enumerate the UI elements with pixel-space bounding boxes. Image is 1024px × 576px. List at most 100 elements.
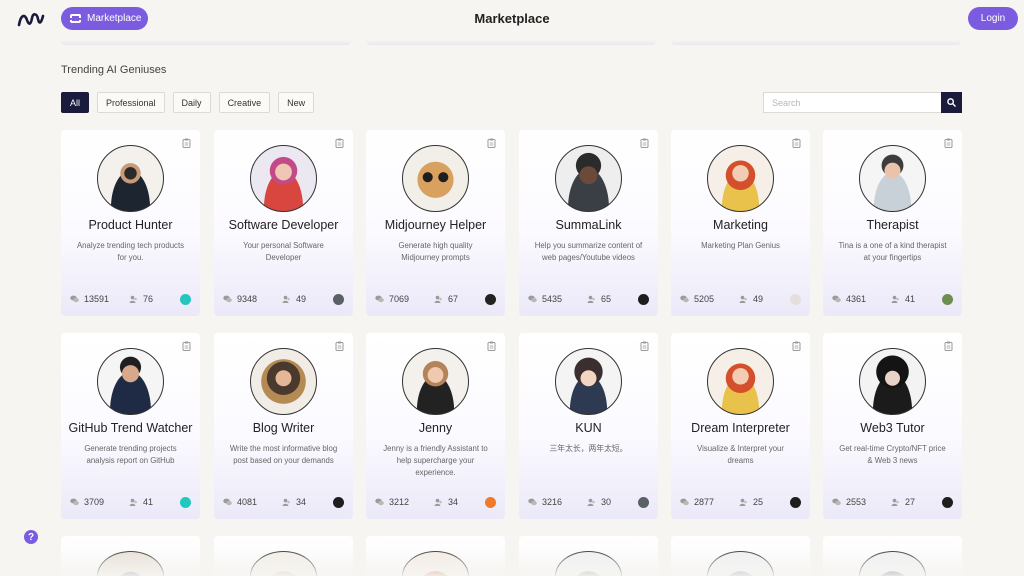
assistant-description: Visualize & Interpret your dreams (697, 444, 784, 465)
creator-avatar[interactable] (790, 294, 801, 305)
clipboard-icon[interactable] (792, 138, 801, 148)
clipboard-icon[interactable] (640, 138, 649, 148)
assistant-stats: 5205 49 (680, 294, 801, 306)
user-count: 41 (129, 497, 153, 507)
assistant-name: Software Developer (228, 218, 339, 232)
assistant-name: GitHub Trend Watcher (68, 421, 193, 435)
chat-count-value: 3216 (542, 497, 563, 507)
clipboard-icon[interactable] (487, 341, 496, 351)
chat-bubbles-icon (832, 295, 841, 303)
assistant-avatar (402, 348, 469, 415)
assistant-avatar (250, 348, 317, 415)
creator-avatar[interactable] (485, 497, 496, 508)
assistant-description: 三年太长，两年太短。 (549, 444, 628, 453)
creator-avatar[interactable] (180, 497, 191, 508)
creator-avatar[interactable] (942, 294, 953, 305)
user-count: 76 (129, 294, 153, 304)
user-count-value: 41 (905, 294, 916, 304)
chat-count-value: 4361 (846, 294, 867, 304)
user-count-value: 34 (448, 497, 459, 507)
user-count: 25 (739, 497, 763, 507)
assistant-card[interactable]: KUN 三年太长，两年太短。 3216 30 (519, 333, 658, 519)
chat-bubbles-icon (70, 295, 79, 303)
clipboard-icon[interactable] (335, 341, 344, 351)
assistant-card[interactable]: SummaLink Help you summarize content of … (519, 130, 658, 316)
user-count: 30 (587, 497, 611, 507)
user-count: 27 (891, 497, 915, 507)
assistant-card[interactable]: Dream Interpreter Visualize & Interpret … (671, 333, 810, 519)
users-icon (129, 295, 137, 303)
assistant-card[interactable]: Software Developer Your personal Softwar… (214, 130, 353, 316)
clipboard-icon[interactable] (335, 138, 344, 148)
chat-bubbles-icon (528, 498, 537, 506)
chat-bubbles-icon (375, 498, 384, 506)
chat-count-value: 5435 (542, 294, 563, 304)
assistant-card[interactable]: Blog Writer Write the most informative b… (214, 333, 353, 519)
user-count: 41 (891, 294, 915, 304)
chat-count: 2553 (832, 497, 866, 507)
chat-bubbles-icon (832, 498, 841, 506)
assistant-avatar (859, 145, 926, 212)
chat-bubbles-icon (680, 498, 689, 506)
chat-bubbles-icon (223, 295, 232, 303)
chat-count-value: 13591 (84, 294, 110, 304)
creator-avatar[interactable] (790, 497, 801, 508)
chat-count: 3212 (375, 497, 409, 507)
login-button[interactable]: Login (968, 7, 1018, 30)
chat-count-value: 9348 (237, 294, 258, 304)
clipboard-icon[interactable] (944, 138, 953, 148)
user-count: 65 (587, 294, 611, 304)
creator-avatar[interactable] (942, 497, 953, 508)
chat-count-value: 7069 (389, 294, 410, 304)
chat-count: 4361 (832, 294, 866, 304)
creator-avatar[interactable] (485, 294, 496, 305)
assistant-name: Jenny (418, 421, 453, 435)
assistant-description: Help you summarize content of web pages/… (534, 241, 643, 262)
help-button[interactable]: ? (24, 530, 38, 544)
creator-avatar[interactable] (333, 497, 344, 508)
previous-row-edge (671, 40, 961, 45)
filter-daily[interactable]: Daily (172, 92, 211, 113)
clipboard-icon[interactable] (487, 138, 496, 148)
filter-all[interactable]: All (61, 92, 90, 113)
search-input[interactable] (763, 92, 941, 113)
users-icon (891, 498, 899, 506)
section-title: Trending AI Geniuses (61, 64, 167, 76)
assistant-name: Marketing (713, 218, 768, 232)
clipboard-icon[interactable] (944, 341, 953, 351)
previous-row-edge (366, 40, 656, 45)
creator-avatar[interactable] (638, 497, 649, 508)
filter-new[interactable]: New (278, 92, 315, 113)
assistant-description: Your personal Software Developer (243, 241, 324, 262)
chat-bubbles-icon (223, 498, 232, 506)
creator-avatar[interactable] (638, 294, 649, 305)
user-count-value: 67 (448, 294, 459, 304)
users-icon (587, 295, 595, 303)
chat-bubbles-icon (528, 295, 537, 303)
chat-count-value: 2877 (694, 497, 715, 507)
creator-avatar[interactable] (333, 294, 344, 305)
users-icon (587, 498, 595, 506)
clipboard-icon[interactable] (640, 341, 649, 351)
user-count: 67 (434, 294, 458, 304)
assistant-stats: 3216 30 (528, 497, 649, 509)
clipboard-icon[interactable] (182, 138, 191, 148)
clipboard-icon[interactable] (182, 341, 191, 351)
bottom-fade (0, 548, 1024, 576)
assistant-card[interactable]: Jenny Jenny is a friendly Assistant to h… (366, 333, 505, 519)
search-button[interactable] (941, 92, 962, 113)
filter-creative[interactable]: Creative (218, 92, 271, 113)
filter-professional[interactable]: Professional (97, 92, 165, 113)
creator-avatar[interactable] (180, 294, 191, 305)
assistant-card[interactable]: Product Hunter Analyze trending tech pro… (61, 130, 200, 316)
assistant-card[interactable]: GitHub Trend Watcher Generate trending p… (61, 333, 200, 519)
assistant-stats: 7069 67 (375, 294, 496, 306)
assistant-card[interactable]: Midjourney Helper Generate high quality … (366, 130, 505, 316)
clipboard-icon[interactable] (792, 341, 801, 351)
assistant-stats: 4081 34 (223, 497, 344, 509)
assistant-card[interactable]: Marketing Marketing Plan Genius 5205 49 (671, 130, 810, 316)
assistant-avatar (707, 145, 774, 212)
assistant-card[interactable]: Therapist Tina is a one of a kind therap… (823, 130, 962, 316)
user-count-value: 76 (143, 294, 154, 304)
assistant-card[interactable]: Web3 Tutor Get real-time Crypto/NFT pric… (823, 333, 962, 519)
